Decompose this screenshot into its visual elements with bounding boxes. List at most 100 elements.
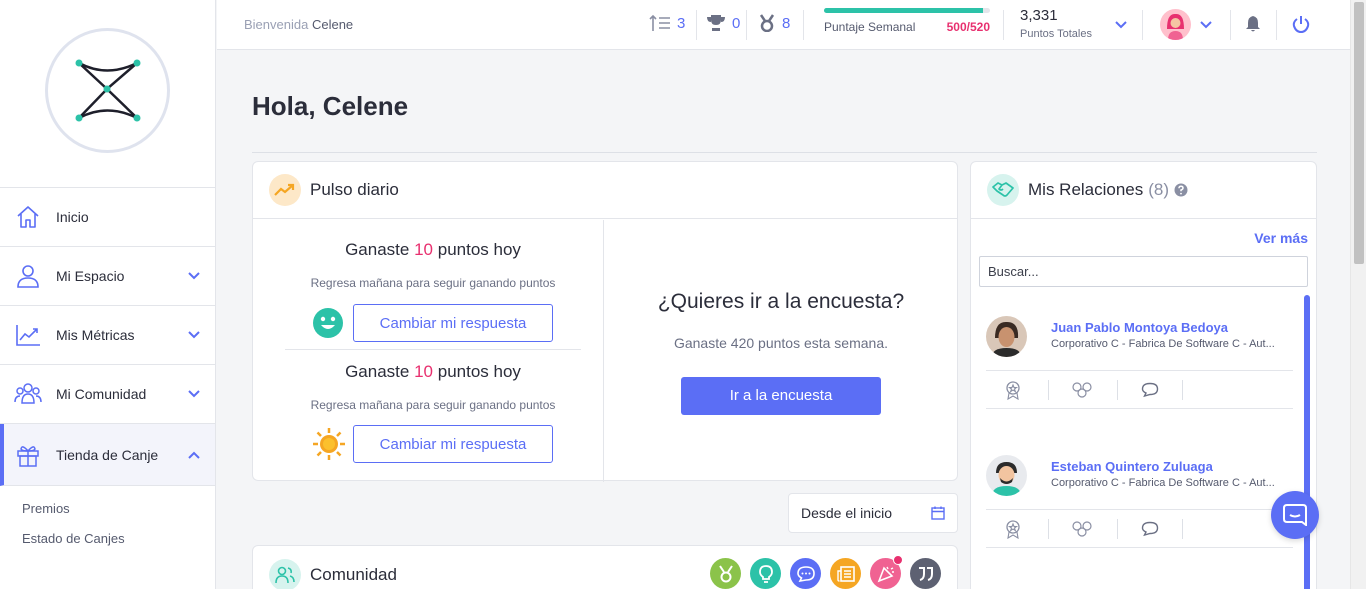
pulse-card: Pulso diario Ganaste 10 puntos hoy Regre… bbox=[252, 161, 958, 482]
sidebar-item-tienda-de-canje[interactable]: Tienda de Canje bbox=[0, 424, 215, 486]
page-scrollbar[interactable] bbox=[1350, 0, 1366, 589]
pulse-entries: Ganaste 10 puntos hoy Regresa mañana par… bbox=[253, 220, 604, 482]
weekly-points: 500/520 bbox=[947, 20, 990, 34]
sidebar-item-mi-comunidad[interactable]: Mi Comunidad bbox=[0, 365, 215, 424]
sidebar-submenu: Premios Estado de Canjes bbox=[0, 486, 215, 554]
sidebar-subitem-estado-de-canjes[interactable]: Estado de Canjes bbox=[0, 524, 215, 554]
calendar-icon bbox=[931, 506, 945, 520]
badge-icon[interactable] bbox=[710, 558, 741, 589]
community-filters bbox=[701, 555, 941, 589]
medals-icon[interactable] bbox=[1070, 517, 1094, 541]
community-card: Comunidad bbox=[252, 545, 958, 589]
app-logo[interactable] bbox=[45, 28, 170, 153]
profile-chevron-down-icon[interactable] bbox=[1199, 18, 1213, 32]
chevron-up-icon bbox=[188, 451, 200, 459]
gift-icon bbox=[17, 445, 39, 467]
support-chat-button[interactable] bbox=[1271, 491, 1319, 539]
party-icon[interactable] bbox=[870, 555, 903, 589]
chart-icon bbox=[16, 325, 40, 346]
date-filter-label: Desde el inicio bbox=[801, 505, 893, 521]
community-card-title: Comunidad bbox=[310, 564, 397, 584]
trophy-icon bbox=[707, 15, 725, 31]
trophy-stat[interactable]: 0 bbox=[706, 14, 740, 32]
weekly-label: Puntaje Semanal bbox=[824, 20, 916, 34]
sidebar-subitem-premios[interactable]: Premios bbox=[0, 494, 215, 524]
award-icon[interactable] bbox=[1001, 378, 1025, 402]
user-icon bbox=[17, 265, 39, 288]
pulse-card-header: Pulso diario bbox=[253, 162, 957, 219]
total-points-label: Puntos Totales bbox=[1020, 28, 1092, 40]
sidebar-item-inicio[interactable]: Inicio bbox=[0, 188, 215, 247]
sun-icon bbox=[313, 428, 345, 460]
pulse-entry: Ganaste 10 puntos hoy Regresa mañana par… bbox=[285, 362, 581, 412]
group-icon bbox=[14, 383, 42, 404]
change-answer-button[interactable]: Cambiar mi respuesta bbox=[353, 304, 553, 342]
logo-icon bbox=[75, 59, 141, 122]
home-icon bbox=[17, 206, 39, 228]
pulse-entry-title: Ganaste 10 puntos hoy bbox=[285, 240, 581, 260]
sidebar-item-label: Tienda de Canje bbox=[56, 446, 159, 463]
sidebar-item-mis-metricas[interactable]: Mis Métricas bbox=[0, 306, 215, 365]
total-points-value: 3,331 bbox=[1020, 7, 1058, 24]
award-icon[interactable] bbox=[1001, 517, 1025, 541]
pulse-entry-prefix: Ganaste bbox=[345, 362, 410, 381]
relations-card-header: Mis Relaciones (8) bbox=[971, 162, 1316, 219]
smiley-icon bbox=[313, 308, 343, 338]
pulse-entry-note: Regresa mañana para seguir ganando punto… bbox=[310, 398, 556, 412]
person-name[interactable]: Juan Pablo Montoya Bedoya bbox=[1051, 320, 1228, 335]
person-organization: Corporativo C - Fabrica De Software C - … bbox=[1051, 477, 1275, 489]
chat-icon[interactable] bbox=[790, 558, 821, 589]
newspaper-icon[interactable] bbox=[830, 558, 861, 589]
message-icon[interactable] bbox=[1138, 517, 1162, 541]
lightbulb-icon[interactable] bbox=[750, 558, 781, 589]
user-avatar-icon bbox=[1160, 9, 1191, 40]
sidebar-item-label: Mis Métricas bbox=[56, 327, 135, 343]
help-icon[interactable] bbox=[1174, 183, 1188, 197]
avatar bbox=[986, 316, 1027, 357]
go-to-survey-button[interactable]: Ir a la encuesta bbox=[681, 377, 881, 415]
community-icon bbox=[269, 558, 301, 589]
quote-icon[interactable] bbox=[910, 558, 941, 589]
medal-stat[interactable]: 8 bbox=[758, 14, 790, 32]
weekly-score: Puntaje Semanal 500/520 bbox=[824, 8, 990, 34]
chevron-down-icon bbox=[188, 390, 200, 398]
change-answer-button[interactable]: Cambiar mi respuesta bbox=[353, 425, 553, 463]
points-dropdown-chevron-icon[interactable] bbox=[1114, 18, 1128, 32]
avatar[interactable] bbox=[1160, 9, 1191, 40]
divider bbox=[1230, 10, 1231, 40]
date-filter[interactable]: Desde el inicio bbox=[788, 493, 958, 533]
survey-subtitle: Ganaste 420 puntos esta semana. bbox=[673, 335, 889, 351]
sidebar-item-mi-espacio[interactable]: Mi Espacio bbox=[0, 247, 215, 306]
search-input[interactable] bbox=[979, 256, 1308, 287]
chat-bubble-icon bbox=[1283, 504, 1307, 526]
chevron-down-icon bbox=[188, 272, 200, 280]
see-more-link[interactable]: Ver más bbox=[1254, 230, 1308, 246]
pulse-entry-actions: Cambiar mi respuesta bbox=[312, 425, 553, 463]
message-icon[interactable] bbox=[1138, 378, 1162, 402]
logo-area bbox=[0, 0, 215, 188]
pulse-entry-title: Ganaste 10 puntos hoy bbox=[285, 362, 581, 382]
sidebar-item-label: Inicio bbox=[56, 209, 89, 225]
pulse-entry-points: 10 bbox=[414, 362, 433, 381]
scrollbar[interactable] bbox=[1304, 295, 1310, 589]
trophy-value: 0 bbox=[732, 14, 741, 32]
weekly-points-value: 500 bbox=[946, 20, 967, 34]
avatar bbox=[986, 455, 1027, 496]
power-icon[interactable] bbox=[1292, 15, 1310, 33]
main-content: Hola, Celene Pulso diario Ganaste 10 pun… bbox=[217, 51, 1350, 589]
welcome-text: Bienvenida Celene bbox=[244, 17, 353, 32]
medals-icon[interactable] bbox=[1070, 378, 1094, 402]
weekly-points-target: /520 bbox=[966, 20, 990, 34]
medal-value: 8 bbox=[782, 14, 791, 32]
person-name[interactable]: Esteban Quintero Zuluaga bbox=[1051, 459, 1213, 474]
sidebar-item-label: Mi Comunidad bbox=[56, 386, 147, 402]
bell-icon[interactable] bbox=[1244, 15, 1262, 33]
welcome-user-name: Celene bbox=[311, 17, 354, 32]
page-scrollbar-thumb[interactable] bbox=[1354, 2, 1364, 264]
pulse-entry-suffix: puntos hoy bbox=[437, 362, 521, 381]
total-points: 3,331 Puntos Totales bbox=[1020, 7, 1092, 40]
ranking-stat[interactable]: 3 bbox=[649, 14, 685, 32]
divider bbox=[803, 10, 804, 40]
pulse-entry: Ganaste 10 puntos hoy Regresa mañana par… bbox=[285, 240, 581, 290]
relations-card: Mis Relaciones (8) Ver más Juan Pablo Mo… bbox=[970, 161, 1317, 589]
